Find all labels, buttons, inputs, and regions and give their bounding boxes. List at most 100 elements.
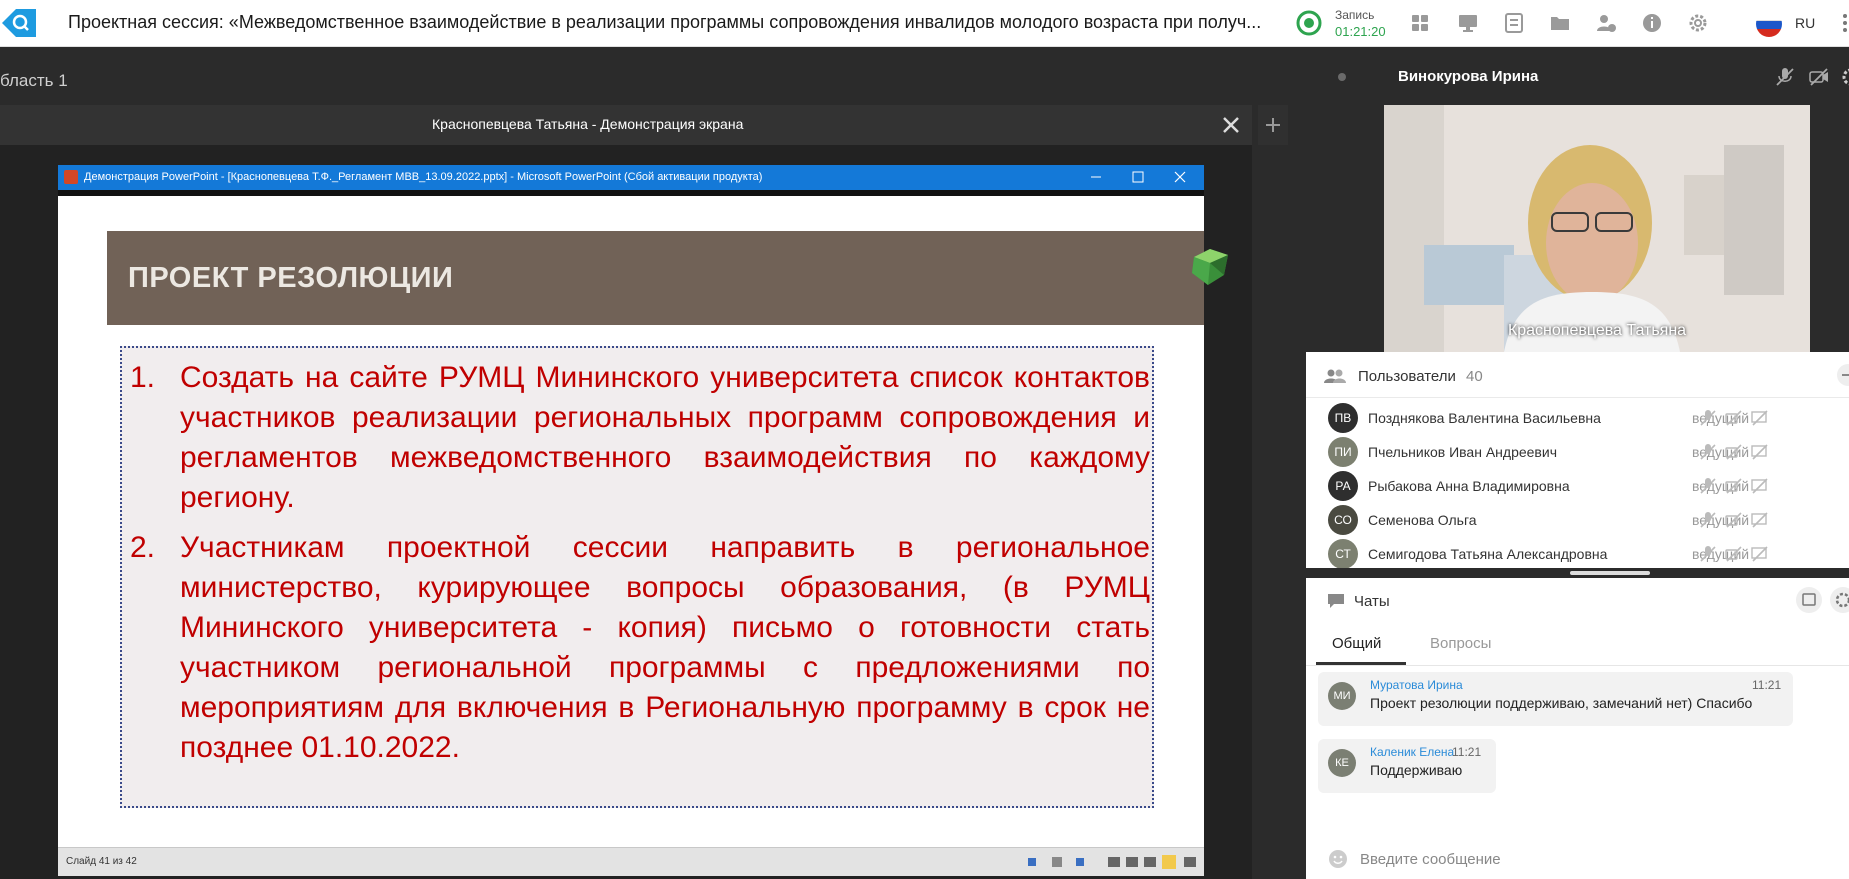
files-button[interactable]: [1546, 9, 1574, 37]
item-number: 2.: [130, 531, 156, 564]
mic-off-icon[interactable]: [1698, 510, 1718, 530]
screen-off-icon[interactable]: [1750, 544, 1770, 564]
emoji-icon: [1329, 850, 1347, 868]
info-icon: [1643, 14, 1661, 32]
plus-icon: [1266, 118, 1280, 132]
chat-input-row: [1306, 837, 1849, 879]
item-text: Создать на сайте РУМЦ Мининского универс…: [180, 361, 1150, 514]
gear-icon: [1835, 592, 1849, 608]
gear-icon: [1842, 68, 1849, 86]
tab-general[interactable]: Общий: [1332, 635, 1381, 652]
splitter-handle[interactable]: [1570, 571, 1650, 575]
slide-counter: Слайд 41 из 42: [66, 856, 137, 867]
top-bar: Проектная сессия: «Межведомственное взаи…: [0, 0, 1849, 47]
chat-settings-button[interactable]: [1830, 587, 1849, 613]
workspace-header: бласть 1: [0, 47, 1288, 103]
item-number: 1.: [130, 361, 156, 394]
mic-off-icon: [1776, 68, 1794, 86]
chat-message-input[interactable]: [1358, 845, 1782, 873]
close-icon: [1223, 117, 1239, 133]
grid-icon: [1412, 15, 1428, 31]
avatar: ПВ: [1328, 403, 1358, 433]
screen-off-icon[interactable]: [1750, 408, 1770, 428]
add-user-button[interactable]: [1592, 9, 1620, 37]
users-list: ПВ Позднякова Валентина Васильевна ведущий…: [1306, 398, 1849, 568]
powerpoint-window: Демонстрация PowerPoint - [Краснопевцева…: [58, 165, 1228, 876]
close-share-button[interactable]: [1217, 111, 1245, 139]
more-menu-icon[interactable]: [1836, 9, 1849, 37]
record-label: Запись: [1335, 8, 1375, 22]
avatar: КЕ: [1328, 749, 1356, 777]
camera-off-icon[interactable]: [1724, 408, 1744, 428]
camera-off-icon[interactable]: [1724, 476, 1744, 496]
add-area-button[interactable]: [1258, 105, 1288, 145]
user-name: Пчельников Иван Андреевич: [1368, 444, 1557, 460]
message-author[interactable]: Каленик Елена: [1370, 745, 1454, 759]
slide: ПРОЕКТ РЕЗОЛЮЦИИ 1. Создать на сайте РУМ…: [58, 196, 1228, 847]
document-icon: [1505, 13, 1523, 33]
message-author[interactable]: Муратова Ирина: [1370, 678, 1463, 692]
camera-off-button[interactable]: [1804, 62, 1834, 92]
right-panel: Винокурова Ирина Краснопевцева Татьяна П…: [1306, 47, 1849, 879]
screen-share-button[interactable]: [1454, 9, 1482, 37]
powerpoint-icon: [64, 170, 78, 184]
monitor-icon: [1459, 15, 1477, 32]
screen-off-icon[interactable]: [1750, 510, 1770, 530]
camera-off-icon[interactable]: [1724, 442, 1744, 462]
chat-message: МИ Муратова Ирина 11:21 Проект резолюции…: [1318, 672, 1793, 726]
camera-off-icon[interactable]: [1724, 544, 1744, 564]
settings-button[interactable]: [1684, 9, 1712, 37]
video-area: Винокурова Ирина Краснопевцева Татьяна: [1306, 47, 1849, 352]
screen-off-icon[interactable]: [1750, 442, 1770, 462]
chats-title: Чаты: [1354, 593, 1390, 610]
user-row[interactable]: СТ Семигодова Татьяна Александровна ведущи…: [1306, 534, 1849, 568]
message-text: Проект резолюции поддерживаю, замечаний …: [1370, 695, 1753, 711]
presentation-button[interactable]: [1500, 9, 1528, 37]
area-tab-label[interactable]: бласть 1: [0, 71, 68, 91]
users-icon: [1324, 369, 1346, 383]
mic-off-icon[interactable]: [1698, 544, 1718, 564]
screen-share-title: Краснопевцева Татьяна - Демонстрация экр…: [432, 116, 744, 132]
camera-off-icon[interactable]: [1724, 510, 1744, 530]
panel-splitter[interactable]: [1306, 568, 1849, 578]
mic-off-icon[interactable]: [1698, 476, 1718, 496]
user-name: Рыбакова Анна Владимировна: [1368, 478, 1570, 494]
mic-off-button[interactable]: [1770, 62, 1800, 92]
avatar: СТ: [1328, 539, 1358, 568]
language-selector[interactable]: RU: [1795, 15, 1815, 31]
message-text: Поддерживаю: [1370, 762, 1463, 778]
users-title: Пользователи: [1358, 368, 1456, 385]
language-flag-icon[interactable]: [1756, 11, 1782, 37]
maximize-icon[interactable]: [1128, 168, 1148, 186]
users-count: 40: [1466, 368, 1483, 385]
user-add-icon: [1597, 15, 1616, 32]
window-close-icon[interactable]: [1170, 168, 1190, 186]
user-name: Позднякова Валентина Васильевна: [1368, 410, 1601, 426]
mic-off-icon[interactable]: [1698, 408, 1718, 428]
users-header[interactable]: Пользователи 40: [1306, 353, 1849, 398]
view-controls[interactable]: [1028, 854, 1198, 870]
grid-layout-button[interactable]: [1406, 9, 1434, 37]
message-time: 11:21: [1752, 678, 1782, 692]
chats-header: Чаты: [1306, 578, 1849, 623]
tab-questions[interactable]: Вопросы: [1430, 635, 1491, 652]
slide-heading: ПРОЕКТ РЕЗОЛЮЦИИ: [128, 262, 454, 294]
avatar: РА: [1328, 471, 1358, 501]
video-settings-button[interactable]: [1836, 62, 1849, 92]
message-time: 11:21: [1452, 745, 1482, 759]
minimize-icon[interactable]: [1086, 168, 1106, 186]
user-name: Семигодова Татьяна Александровна: [1368, 546, 1608, 562]
mic-off-icon[interactable]: [1698, 442, 1718, 462]
screen-off-icon[interactable]: [1750, 476, 1770, 496]
speaker-name: Винокурова Ирина: [1398, 68, 1539, 85]
collapse-icon: [1837, 364, 1849, 386]
screen-share-bar: Краснопевцева Татьяна - Демонстрация экр…: [0, 105, 1252, 145]
folder-icon: [1551, 17, 1569, 30]
record-icon[interactable]: [1296, 10, 1322, 36]
info-button[interactable]: [1638, 9, 1666, 37]
chat-window-icon: [1802, 593, 1816, 606]
new-chat-button[interactable]: [1796, 587, 1822, 613]
slide-header: ПРОЕКТ РЕЗОЛЮЦИИ: [107, 231, 1228, 325]
app-logo-icon[interactable]: [0, 5, 40, 41]
camera-off-icon: [1809, 68, 1828, 86]
